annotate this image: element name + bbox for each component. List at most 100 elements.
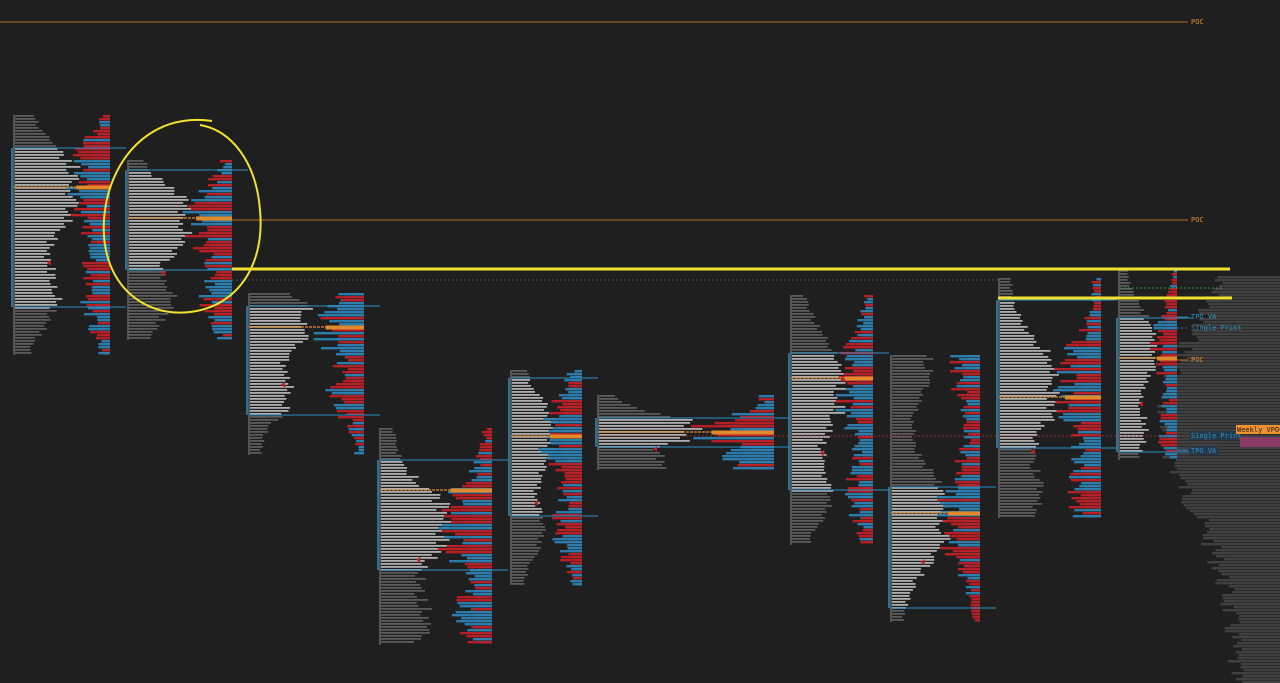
tpo-row xyxy=(892,559,935,561)
tpo-row xyxy=(250,380,286,382)
delta-bar xyxy=(966,421,980,424)
delta-bar xyxy=(211,256,232,259)
delta-bar xyxy=(84,313,110,316)
delta-bar xyxy=(970,589,980,592)
tpo-row xyxy=(1120,387,1146,389)
delta-bar xyxy=(565,478,582,481)
tpo-row xyxy=(250,299,300,301)
tpo-row xyxy=(15,157,60,159)
delta-bar xyxy=(969,595,980,598)
tpo-row xyxy=(250,407,291,409)
market-profile-chart: POC POC TPO VA Single Print POC Single P… xyxy=(0,0,1280,683)
tpo-row xyxy=(792,349,832,351)
delta-bar xyxy=(1168,309,1177,312)
tpo-row xyxy=(15,145,57,147)
delta-bar xyxy=(1074,509,1101,512)
tpo-row xyxy=(129,265,160,267)
tpo-row xyxy=(892,595,910,597)
delta-bar xyxy=(850,412,873,415)
delta-bar xyxy=(969,583,980,586)
delta-bar xyxy=(959,559,980,562)
delta-bar xyxy=(966,418,980,421)
tpo-row xyxy=(1120,354,1152,356)
tpo-row xyxy=(1120,381,1149,383)
delta-bar xyxy=(1156,372,1177,375)
tpo-row xyxy=(892,544,940,546)
tpo-row xyxy=(1120,390,1141,392)
tpo-row xyxy=(792,304,809,306)
delta-bar xyxy=(849,391,873,394)
tpo-row xyxy=(129,331,153,333)
tpo-row xyxy=(512,556,535,558)
composite-volume-bar xyxy=(1224,558,1280,561)
composite-volume-bar xyxy=(1239,615,1280,618)
tpo-row xyxy=(792,361,838,363)
tpo-row xyxy=(250,296,292,298)
tpo-row xyxy=(381,434,396,436)
delta-bar xyxy=(1054,368,1101,371)
composite-volume-bar xyxy=(1201,543,1280,546)
tpo-row xyxy=(792,472,826,474)
tpo-row xyxy=(512,532,543,534)
delta-bar xyxy=(97,334,110,337)
tpo-row xyxy=(250,422,272,424)
tpo-row xyxy=(15,211,68,213)
tpo-row xyxy=(792,298,807,300)
tpo-row xyxy=(792,526,818,528)
tpo-row xyxy=(129,247,178,249)
composite-volume-bar xyxy=(1173,366,1280,369)
delta-bar xyxy=(1084,440,1101,443)
tpo-row xyxy=(381,578,426,580)
tpo-row xyxy=(792,328,817,330)
tpo-row xyxy=(892,379,931,381)
delta-bar xyxy=(450,506,492,509)
tpo-row xyxy=(512,403,548,405)
tpo-row xyxy=(1120,384,1144,386)
delta-bar xyxy=(90,274,110,277)
delta-bar xyxy=(78,181,110,184)
poc-label-top: POC xyxy=(1191,18,1204,26)
delta-bar xyxy=(835,394,873,397)
delta-bar xyxy=(948,541,980,544)
delta-bar xyxy=(1166,294,1177,297)
composite-volume-bar xyxy=(1183,504,1280,507)
tpo-row xyxy=(1000,476,1035,478)
tpo-row xyxy=(512,388,534,390)
delta-bar xyxy=(955,493,980,496)
delta-bar xyxy=(570,562,582,565)
composite-volume-bar xyxy=(1218,570,1280,573)
session-poc-bar xyxy=(1065,395,1101,400)
delta-bar xyxy=(1067,491,1101,494)
tpo-row xyxy=(792,415,830,417)
tpo-row xyxy=(381,533,436,535)
delta-bar xyxy=(552,427,582,430)
tpo-row xyxy=(250,377,291,379)
delta-bar xyxy=(942,520,980,523)
tpo-row xyxy=(129,223,184,225)
delta-bar xyxy=(867,298,873,301)
tpo-row xyxy=(1120,366,1156,368)
tpo-row xyxy=(129,214,186,216)
delta-bar xyxy=(204,280,232,283)
tpo-row xyxy=(1120,336,1153,338)
delta-bar xyxy=(949,361,980,364)
tpo-row xyxy=(892,499,944,501)
tpo-row xyxy=(512,550,540,552)
delta-bar xyxy=(217,337,232,340)
delta-bar xyxy=(320,347,364,350)
composite-volume-bar xyxy=(1207,561,1280,564)
tpo-row xyxy=(892,478,936,480)
tpo-row xyxy=(381,467,408,469)
tpo-row xyxy=(250,440,265,442)
tpo-row xyxy=(381,461,403,463)
delta-bar xyxy=(974,619,980,622)
tpo-row xyxy=(512,427,553,429)
delta-bar xyxy=(568,391,582,394)
tpo-row xyxy=(1000,479,1040,481)
tpo-row xyxy=(1120,372,1148,374)
tpo-row xyxy=(792,475,822,477)
delta-bar xyxy=(1160,444,1177,447)
delta-bar xyxy=(466,635,492,638)
composite-volume-bar xyxy=(1236,678,1280,681)
composite-volume-bar xyxy=(1169,399,1280,402)
